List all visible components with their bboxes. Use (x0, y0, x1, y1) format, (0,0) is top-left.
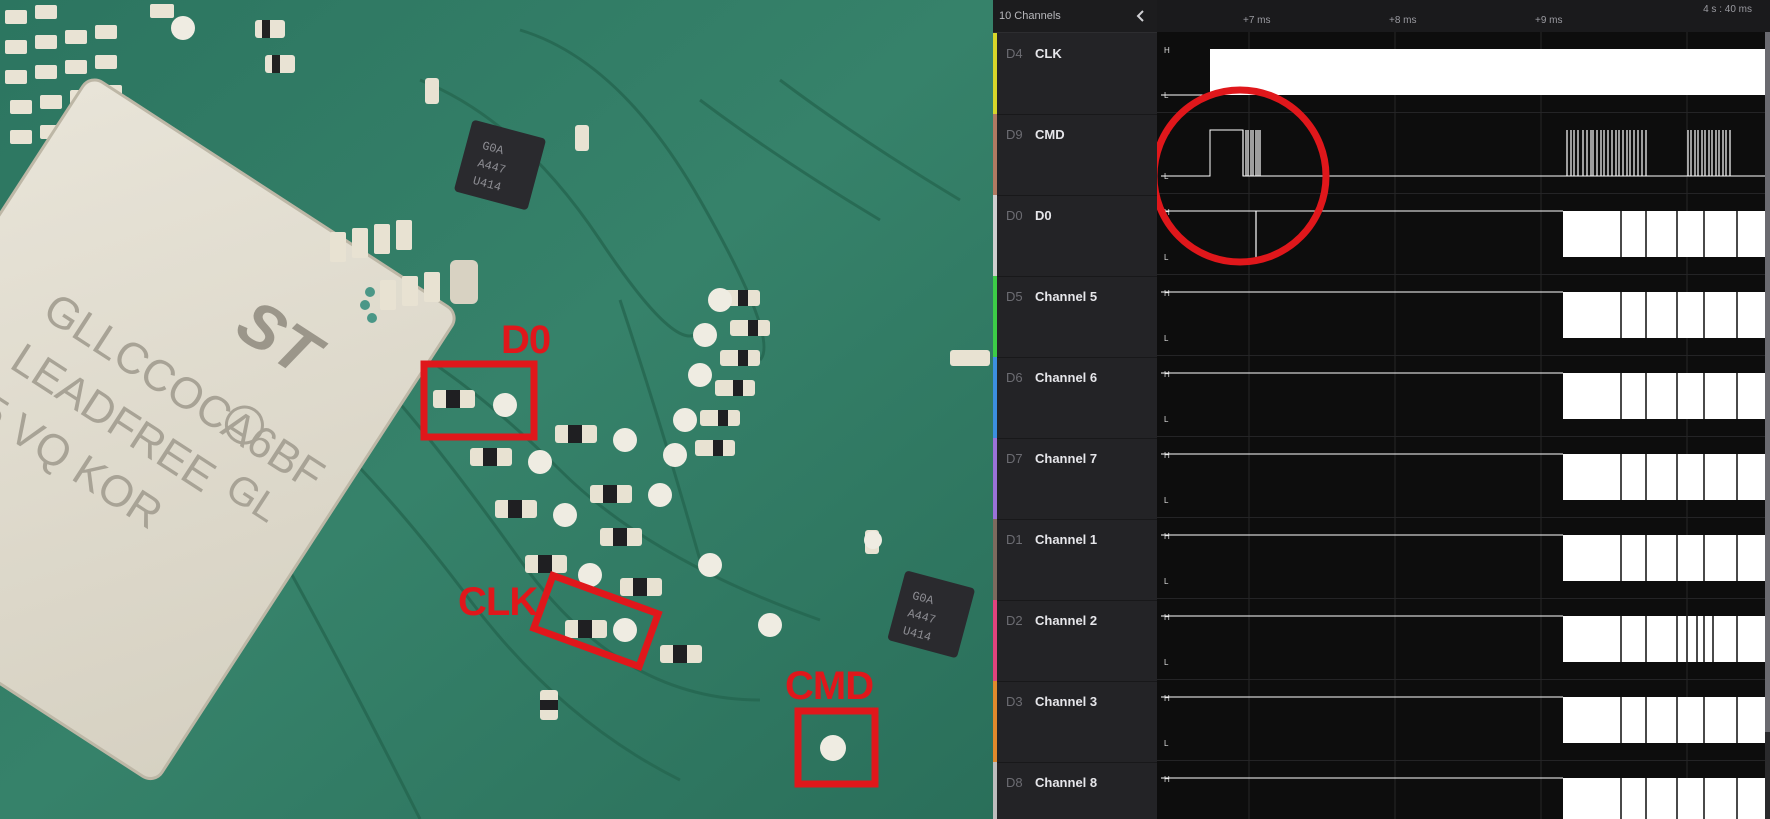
channel-row-d3[interactable]: D3 Channel 3 (993, 681, 1157, 763)
channel-count-label: 10 Channels (999, 10, 1061, 22)
channel-color-indicator (993, 600, 997, 681)
channel-name-label: Channel 2 (1035, 613, 1098, 628)
clk-waveform-burst (1210, 49, 1765, 95)
level-low-label: L (1164, 496, 1169, 505)
channel-color-indicator (993, 762, 997, 819)
channel-id-label: D5 (1006, 289, 1023, 304)
channel-name-label: Channel 1 (1035, 532, 1098, 547)
channel-color-indicator (993, 357, 997, 438)
channel-name-label: Channel 8 (1035, 775, 1098, 790)
level-high-label: H (1164, 451, 1170, 460)
level-low-label: L (1164, 253, 1169, 262)
channel-id-label: D4 (1006, 46, 1023, 61)
level-low-label: L (1164, 415, 1169, 424)
level-high-label: H (1164, 775, 1170, 784)
scrollbar-thumb[interactable] (1765, 32, 1770, 732)
d0-annotation-label: D0 (501, 318, 551, 362)
data-waveform-burst (1563, 616, 1765, 662)
data-waveform-burst (1563, 778, 1765, 819)
level-high-label: H (1164, 694, 1170, 703)
channel-row-d8[interactable]: D8 Channel 8 (993, 762, 1157, 819)
channel-sidebar: 10 Channels D4 CLK D9 CMD D0 D0 D5 Channel 5 D6 C… (993, 0, 1157, 819)
channel-row-d0[interactable]: D0 D0 (993, 195, 1157, 277)
logic-analyzer-app: 10 Channels D4 CLK D9 CMD D0 D0 D5 Channel 5 D6 C… (993, 0, 1770, 819)
data-waveform-burst (1563, 535, 1765, 581)
channel-id-label: D7 (1006, 451, 1023, 466)
channel-color-indicator (993, 681, 997, 762)
level-high-label: H (1164, 613, 1170, 622)
channel-name-label: Channel 3 (1035, 694, 1098, 709)
level-high-label: H (1164, 46, 1170, 55)
channel-color-indicator (993, 195, 997, 276)
channel-row-d6[interactable]: D6 Channel 6 (993, 357, 1157, 439)
channel-name-label: CLK (1035, 46, 1062, 61)
level-high-label: H (1164, 370, 1170, 379)
channel-row-d9[interactable]: D9 CMD (993, 114, 1157, 196)
channel-color-indicator (993, 114, 997, 195)
sidebar-header: 10 Channels (993, 0, 1157, 33)
data-waveform-burst (1563, 454, 1765, 500)
channel-row-d4[interactable]: D4 CLK (993, 33, 1157, 115)
level-low-label: L (1164, 739, 1169, 748)
level-low-label: L (1164, 658, 1169, 667)
waveform-area[interactable]: +7 ms +8 ms +9 ms 4 s : 40 ms H L H L H L H L H L… (1157, 0, 1770, 819)
pcb-photo: ST GLLCCOCA6BF LEADFREE 5 VQ KOR GL G0A … (0, 0, 993, 819)
channel-row-d5[interactable]: D5 Channel 5 (993, 276, 1157, 358)
channel-id-label: D2 (1006, 613, 1023, 628)
data-waveform-burst (1563, 697, 1765, 743)
channel-row-d2[interactable]: D2 Channel 2 (993, 600, 1157, 682)
timeline-tick-label: +7 ms (1243, 15, 1271, 26)
channel-color-indicator (993, 276, 997, 357)
channel-row-d1[interactable]: D1 Channel 1 (993, 519, 1157, 601)
channel-name-label: D0 (1035, 208, 1052, 223)
channel-name-label: Channel 5 (1035, 289, 1098, 304)
level-high-label: H (1164, 289, 1170, 298)
channel-name-label: Channel 6 (1035, 370, 1098, 385)
channel-id-label: D3 (1006, 694, 1023, 709)
timeline-tick-label: +8 ms (1389, 15, 1417, 26)
waveform-canvas[interactable]: HLHLHLHLHLHLHLHLHLHL (1157, 32, 1765, 819)
channel-id-label: D9 (1006, 127, 1023, 142)
channel-id-label: D8 (1006, 775, 1023, 790)
channel-color-indicator (993, 33, 997, 114)
channel-id-label: D1 (1006, 532, 1023, 547)
data-waveform-burst (1563, 292, 1765, 338)
data-waveform-burst (1563, 211, 1765, 257)
level-low-label: L (1164, 334, 1169, 343)
channel-id-label: D0 (1006, 208, 1023, 223)
channel-name-label: CMD (1035, 127, 1065, 142)
channel-id-label: D6 (1006, 370, 1023, 385)
data-waveform-burst (1563, 373, 1765, 419)
level-low-label: L (1164, 577, 1169, 586)
cmd-annotation-label: CMD (785, 664, 874, 708)
level-high-label: H (1164, 532, 1170, 541)
clk-annotation-label: CLK (458, 580, 538, 624)
channel-row-d7[interactable]: D7 Channel 7 (993, 438, 1157, 520)
timeline-ruler[interactable]: +7 ms +8 ms +9 ms 4 s : 40 ms (1157, 0, 1770, 33)
chevron-left-icon[interactable] (1131, 6, 1151, 26)
time-position-label: 4 s : 40 ms (1703, 4, 1752, 15)
channel-name-label: Channel 7 (1035, 451, 1098, 466)
channel-color-indicator (993, 438, 997, 519)
timeline-tick-label: +9 ms (1535, 15, 1563, 26)
channel-color-indicator (993, 519, 997, 600)
